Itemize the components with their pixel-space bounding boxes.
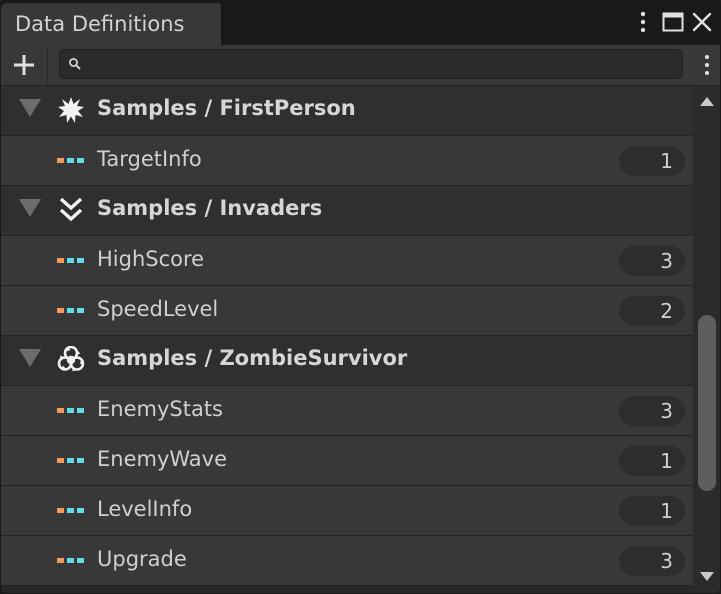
plus-icon (14, 55, 34, 75)
data-type-icon (57, 158, 87, 164)
scrollbar-thumb[interactable] (698, 315, 716, 491)
scroll-down-arrow-icon[interactable] (700, 572, 714, 581)
item-label: EnemyStats (97, 397, 223, 421)
item-label: SpeedLevel (97, 297, 219, 321)
close-icon[interactable] (690, 10, 714, 34)
group-label: Samples / Invaders (97, 196, 323, 220)
count-value: 1 (660, 449, 673, 473)
window-tab[interactable]: Data Definitions (1, 3, 222, 45)
expand-arrow-icon[interactable] (19, 349, 41, 367)
window-title: Data Definitions (15, 12, 185, 36)
biohazard-icon (57, 346, 85, 372)
data-type-icon (57, 308, 87, 314)
group-label: Samples / ZombieSurvivor (97, 346, 408, 370)
item-label: LevelInfo (97, 497, 193, 521)
explosion-icon (58, 97, 84, 123)
list-item[interactable]: HighScore 3 (1, 236, 693, 286)
count-value: 1 (660, 499, 673, 523)
item-label: TargetInfo (97, 147, 202, 171)
window-controls (615, 1, 720, 45)
toolbar (1, 45, 720, 86)
count-value: 3 (660, 249, 673, 273)
count-badge: 3 (619, 246, 685, 276)
count-badge: 3 (619, 396, 685, 426)
count-badge: 1 (619, 446, 685, 476)
group-label: Samples / FirstPerson (97, 96, 356, 120)
count-value: 1 (660, 149, 673, 173)
search-field[interactable] (59, 49, 683, 79)
group-header-firstperson[interactable]: Samples / FirstPerson (1, 86, 693, 136)
title-bar: Data Definitions (1, 1, 720, 45)
list-item[interactable]: TargetInfo 1 (1, 136, 693, 186)
count-badge: 3 (619, 546, 685, 576)
count-badge: 1 (619, 496, 685, 526)
double-chevron-down-icon (59, 197, 83, 222)
data-definitions-window: Data Definitions Samples / FirstPerson T… (0, 0, 721, 594)
count-badge: 2 (619, 296, 685, 326)
data-type-icon (57, 408, 87, 414)
count-badge: 1 (619, 146, 685, 176)
kebab-menu-icon[interactable] (631, 10, 655, 34)
expand-arrow-icon[interactable] (19, 199, 41, 217)
count-value: 3 (660, 549, 673, 573)
expand-arrow-icon[interactable] (19, 99, 41, 117)
list-item[interactable]: EnemyWave 1 (1, 436, 693, 486)
count-value: 3 (660, 399, 673, 423)
scroll-up-arrow-icon[interactable] (700, 97, 714, 106)
definitions-list: Samples / FirstPerson TargetInfo 1 Sampl… (1, 86, 693, 593)
data-type-icon (57, 258, 87, 264)
item-label: Upgrade (97, 547, 187, 571)
list-item[interactable]: LevelInfo 1 (1, 486, 693, 536)
vertical-scrollbar[interactable] (693, 86, 720, 593)
search-input[interactable] (88, 53, 672, 75)
data-type-icon (57, 458, 87, 464)
item-label: HighScore (97, 247, 205, 271)
count-value: 2 (660, 299, 673, 323)
list-item[interactable]: Upgrade 3 (1, 536, 693, 586)
item-label: EnemyWave (97, 447, 228, 471)
list-item[interactable]: EnemyStats 3 (1, 386, 693, 436)
maximize-icon[interactable] (661, 10, 685, 34)
magnifier-icon (69, 58, 81, 70)
list-item[interactable]: SpeedLevel 2 (1, 286, 693, 336)
data-type-icon (57, 558, 87, 564)
toolbar-menu-icon[interactable] (702, 53, 712, 77)
group-header-invaders[interactable]: Samples / Invaders (1, 186, 693, 236)
group-header-zombiesurvivor[interactable]: Samples / ZombieSurvivor (1, 336, 693, 386)
add-button[interactable] (1, 45, 48, 85)
data-type-icon (57, 508, 87, 514)
